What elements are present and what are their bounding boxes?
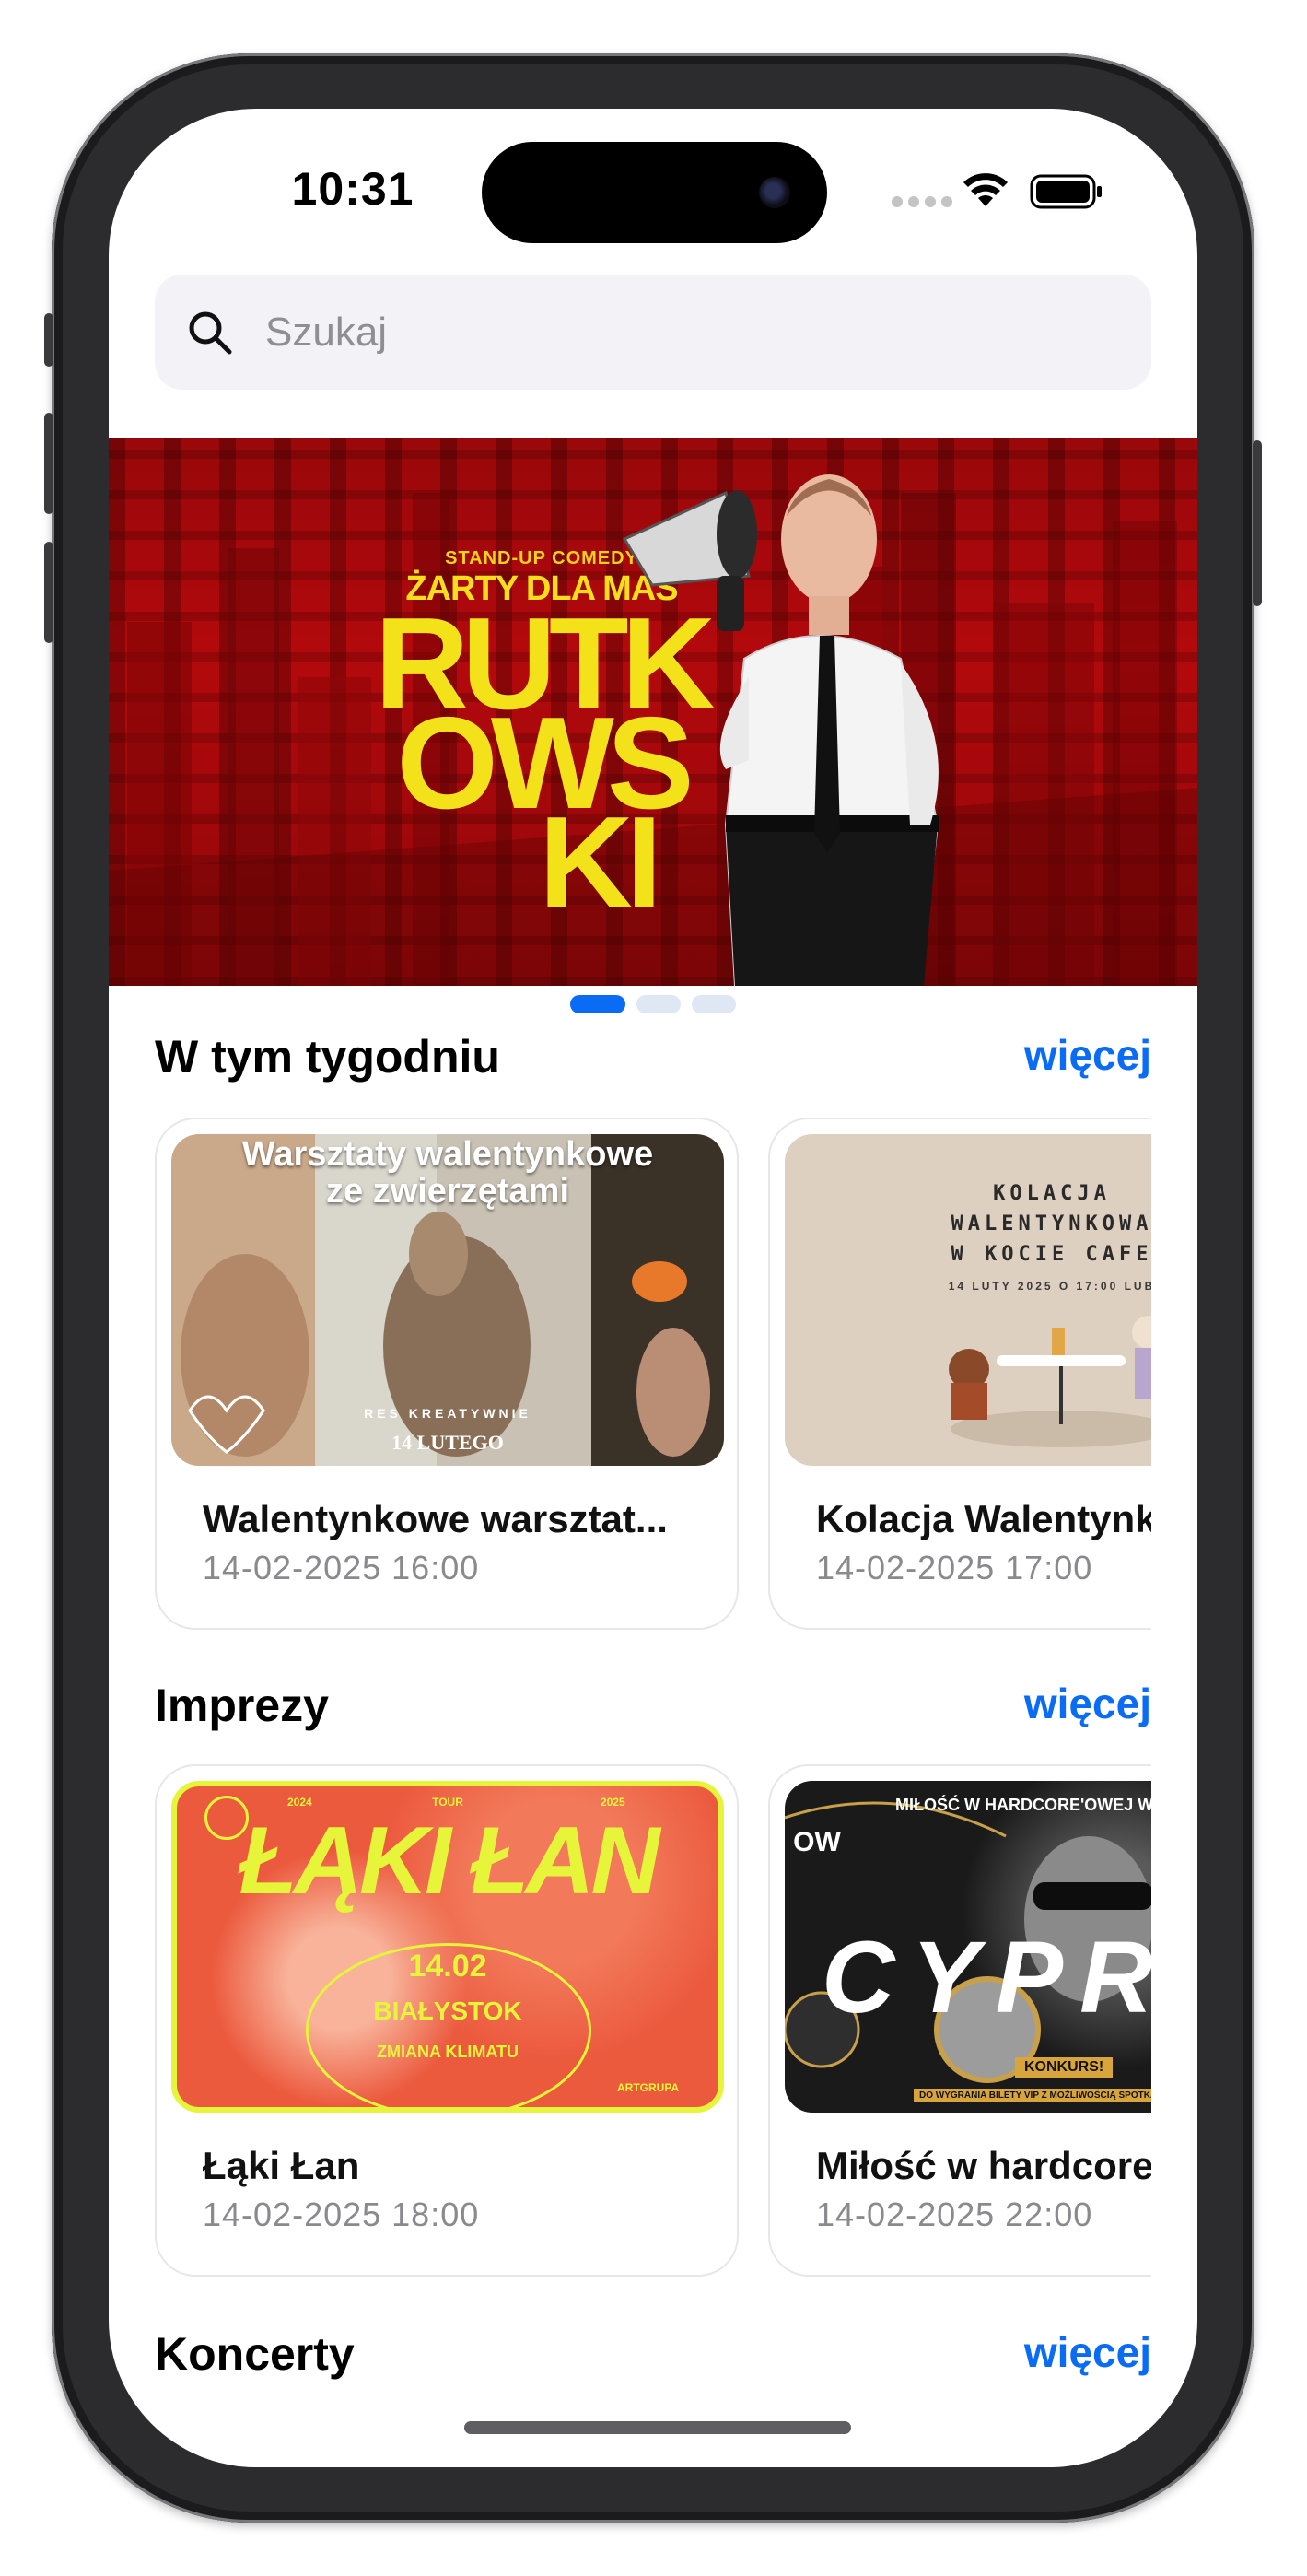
poster-headline: MIŁOŚĆ W HARDCORE'OWEJ W [895, 1796, 1151, 1814]
poster-corner: OW [793, 1827, 841, 1857]
section-title: W tym tygodniu [155, 1031, 500, 1083]
more-link[interactable]: więcej [1024, 1030, 1151, 1080]
search-input[interactable]: Szukaj [155, 275, 1151, 390]
comedian-photo [622, 474, 939, 986]
poster-city: BIAŁYSTOK [373, 1996, 522, 2025]
event-poster-image: Warsztaty walentynkowe ze zwierzętami RE… [171, 1134, 724, 1466]
event-title: Walentynkowe warsztat... [203, 1497, 668, 1540]
event-title: Łąki Łan [203, 2144, 360, 2187]
pager-dot[interactable] [636, 995, 681, 1013]
wifi-icon [963, 173, 1008, 206]
event-title: Miłość w hardcore [816, 2144, 1151, 2187]
section-header-concerts: Koncerty więcej [155, 2327, 1151, 2392]
event-date: 14-02-2025 22:00 [816, 2195, 1093, 2233]
front-camera-icon [759, 177, 790, 208]
event-date: 14-02-2025 16:00 [203, 1549, 480, 1587]
poster-brand: ARTGRUPA [617, 2081, 680, 2094]
megaphone-icon [622, 490, 757, 631]
event-card[interactable]: KOLACJA WALENTYNKOWA W KOCIE CAFE 14 LUT… [768, 1118, 1151, 1630]
poster-footer: RES KREATYWNIE [364, 1406, 531, 1421]
event-poster-image: KOLACJA WALENTYNKOWA W KOCIE CAFE 14 LUT… [785, 1134, 1151, 1466]
section-header-parties: Imprezy więcej [155, 1679, 1151, 1743]
event-poster-image: 2024 TOUR 2025 ŁĄKI ŁAN 14.02 BIAŁYSTOK … [171, 1781, 724, 2113]
more-link[interactable]: więcej [1024, 2327, 1151, 2377]
event-date: 14-02-2025 17:00 [816, 1549, 1093, 1587]
event-card[interactable]: Warsztaty walentynkowe ze zwierzętami RE… [155, 1118, 739, 1630]
poster-date: 14.02 [408, 1949, 487, 1984]
poster-footer: DO WYGRANIA BILETY VIP Z MOŻLIWOŚCIĄ SPO… [914, 2089, 1151, 2102]
volume-up-button [44, 413, 53, 514]
section-title: Koncerty [155, 2328, 355, 2380]
dynamic-island [482, 142, 827, 243]
cellular-signal-icon [892, 196, 952, 207]
section-title: Imprezy [155, 1680, 329, 1731]
power-button [1253, 440, 1262, 606]
action-button [44, 313, 53, 367]
battery-icon [1030, 174, 1102, 209]
pager-dot-active[interactable] [570, 995, 625, 1013]
poster-date: 14 LUTEGO [391, 1431, 504, 1454]
app-screen: 10:31 Szukaj STAND-UP COMEDY ŻARTY DLA M… [109, 109, 1197, 2467]
status-time: 10:31 [291, 163, 414, 215]
section-header-this-week: W tym tygodniu więcej [155, 1030, 1151, 1095]
poster-headline: ŁĄKI ŁAN [239, 1808, 659, 1914]
event-carousel-this-week[interactable]: Warsztaty walentynkowe ze zwierzętami RE… [155, 1118, 1151, 1633]
cafe-illustration [949, 1316, 1151, 1447]
event-title: Kolacja Walentynk [816, 1497, 1151, 1540]
banner-pager[interactable] [109, 995, 1197, 1013]
search-placeholder: Szukaj [265, 310, 388, 355]
event-poster-image: MIŁOŚĆ W HARDCORE'OWEJ W OW CYPR KONKURS… [785, 1781, 1151, 2113]
event-date: 14-02-2025 18:00 [203, 2195, 480, 2233]
more-link[interactable]: więcej [1024, 1679, 1151, 1728]
event-card[interactable]: 2024 TOUR 2025 ŁĄKI ŁAN 14.02 BIAŁYSTOK … [155, 1764, 739, 2277]
event-card[interactable]: MIŁOŚĆ W HARDCORE'OWEJ W OW CYPR KONKURS… [768, 1764, 1151, 2277]
poster-tagline: ZMIANA KLIMATU [377, 2043, 519, 2061]
poster-badge: KONKURS! [1015, 2057, 1114, 2078]
volume-down-button [44, 542, 53, 643]
poster-big-title: CYPR [822, 1921, 1151, 2034]
home-indicator[interactable] [464, 2421, 851, 2434]
search-icon [189, 311, 232, 355]
featured-banner[interactable]: STAND-UP COMEDY ŻARTY DLA MAS RUTK OWS K… [109, 438, 1197, 986]
event-carousel-parties[interactable]: 2024 TOUR 2025 ŁĄKI ŁAN 14.02 BIAŁYSTOK … [155, 1764, 1151, 2280]
poster-headline: Warsztaty walentynkowe ze zwierzętami [241, 1135, 654, 1211]
pager-dot[interactable] [692, 995, 736, 1013]
